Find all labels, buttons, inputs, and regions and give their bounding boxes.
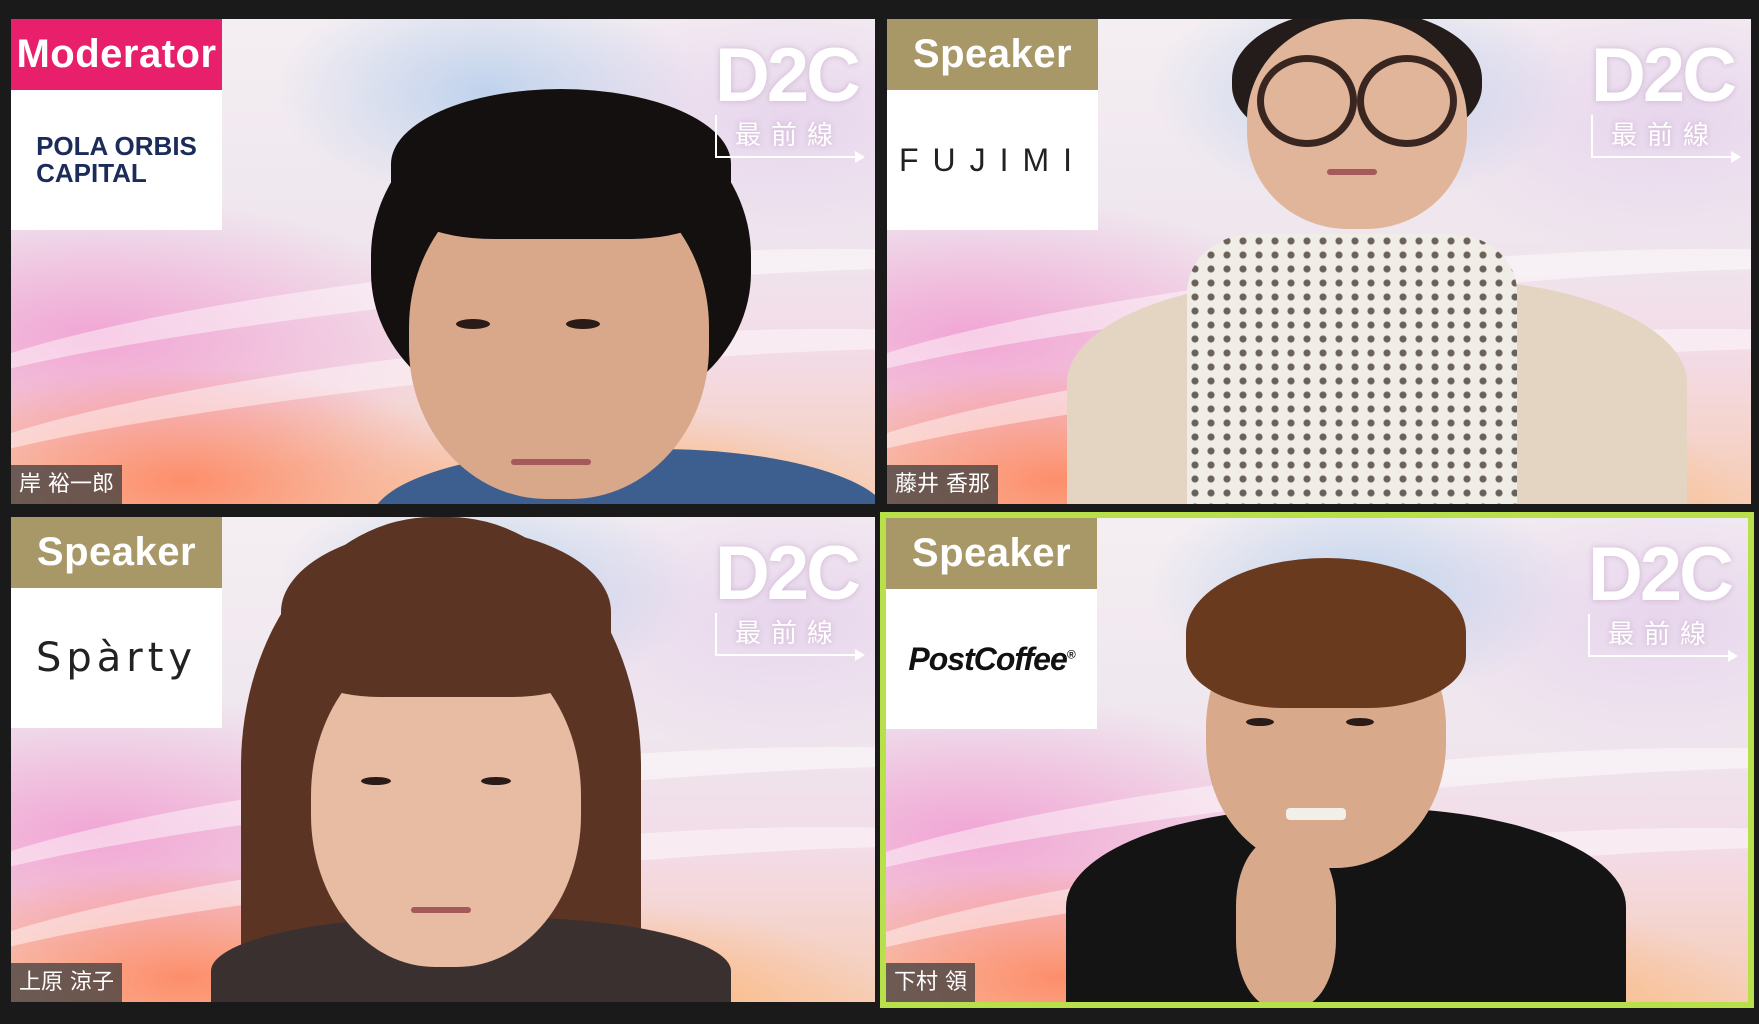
sponsor-logo: FUJIMI: [887, 90, 1098, 230]
video-tile-active-speaker[interactable]: Speaker PostCoffee® D2C 最前線 下村 領: [880, 512, 1754, 1008]
brand-title: D2C: [1591, 33, 1737, 118]
registered-mark: ®: [1066, 646, 1076, 661]
event-brand-logo: D2C 最前線: [1588, 532, 1738, 662]
video-tile-speaker[interactable]: Speaker FUJIMI D2C 最前線 藤井 香那: [887, 19, 1751, 504]
logo-text: PostCoffee: [908, 640, 1067, 677]
brand-title: D2C: [1588, 532, 1734, 617]
sponsor-logo: POLA ORBIS CAPITAL: [11, 90, 222, 230]
event-brand-logo: D2C 最前線: [715, 33, 865, 163]
logo-text: FUJIMI: [898, 141, 1087, 178]
event-brand-logo: D2C 最前線: [1591, 33, 1741, 163]
logo-text-line1: POLA ORBIS: [36, 131, 197, 161]
role-badge: Speaker: [11, 517, 222, 588]
brand-title: D2C: [715, 531, 861, 616]
brand-subtitle: 最前線: [715, 115, 865, 163]
video-tile-moderator[interactable]: Moderator POLA ORBIS CAPITAL D2C 最前線 岸 裕…: [11, 19, 875, 504]
brand-subtitle: 最前線: [715, 613, 865, 661]
role-badge: Speaker: [887, 19, 1098, 90]
participant-name: 岸 裕一郎: [11, 465, 122, 504]
sponsor-logo: Spàrty: [11, 588, 222, 728]
video-tile-speaker[interactable]: Speaker Spàrty D2C 最前線 上原 涼子: [11, 517, 875, 1002]
participant-name: 藤井 香那: [887, 465, 998, 504]
brand-subtitle: 最前線: [1588, 614, 1738, 662]
role-badge: Moderator: [11, 19, 222, 90]
sponsor-logo: PostCoffee®: [886, 589, 1097, 729]
participant-name: 下村 領: [886, 963, 975, 1002]
logo-text-line2: CAPITAL: [36, 158, 147, 188]
participant-name: 上原 涼子: [11, 963, 122, 1002]
role-badge: Speaker: [886, 518, 1097, 589]
event-brand-logo: D2C 最前線: [715, 531, 865, 661]
logo-text: Spàrty: [35, 635, 198, 681]
brand-subtitle: 最前線: [1591, 115, 1741, 163]
brand-title: D2C: [715, 33, 861, 118]
